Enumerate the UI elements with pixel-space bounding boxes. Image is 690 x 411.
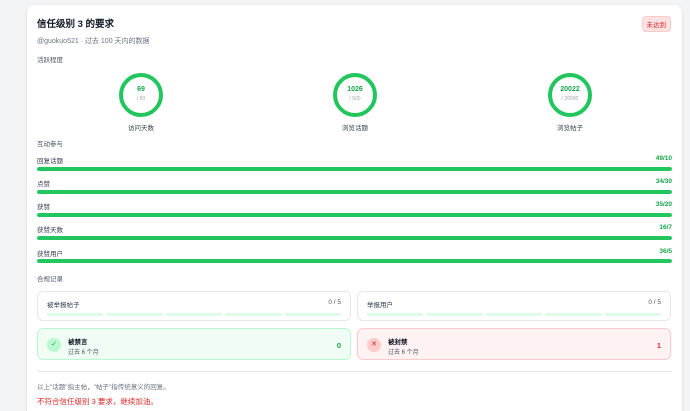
- status-count: 1: [656, 341, 661, 350]
- ring-progress-circle: [333, 73, 377, 117]
- silenced-box: ✓ 被禁言 过去 6 个月 0: [37, 328, 351, 360]
- ring-value: 1026: [347, 86, 363, 93]
- box-count: 0 / 5: [328, 299, 341, 306]
- result-message: 不符合信任级别 3 要求，继续加油。: [37, 397, 158, 406]
- ring-label: 浏览话题: [342, 125, 368, 132]
- page-title: 信任级别 3 的要求: [37, 19, 115, 30]
- divider: [37, 371, 672, 372]
- segment: [165, 313, 223, 316]
- box-label: 被举报帖子: [47, 302, 80, 309]
- segment-bar: [367, 313, 662, 316]
- progress-bar: [37, 259, 672, 263]
- segment: [604, 313, 662, 316]
- ring-value: 69: [137, 86, 145, 93]
- footnote: 以上"话题"指主帖，"帖子"指传统意义的回复。: [37, 384, 170, 391]
- progress-label: 回复话题: [37, 158, 63, 165]
- ring-label: 浏览帖子: [557, 125, 583, 132]
- status-count: 0: [336, 341, 341, 350]
- ring-progress-circle: [119, 73, 163, 117]
- ring-required: / 20000: [561, 96, 579, 102]
- progress-value: 36/5: [659, 248, 672, 255]
- progress-label: 获赞天数: [37, 227, 63, 234]
- progress-value: 34/30: [655, 178, 672, 185]
- progress-bar: [37, 213, 672, 217]
- progress-label: 点赞: [37, 181, 50, 188]
- progress-fill: [37, 190, 672, 194]
- progress-label: 获赞: [37, 204, 50, 211]
- ring-topics-viewed: 1026 / 500: [332, 72, 378, 118]
- segment: [426, 313, 483, 316]
- ring-label: 访问天数: [128, 125, 154, 132]
- activity-section-label: 活跃程度: [37, 57, 63, 64]
- segment: [367, 313, 424, 316]
- segment: [485, 313, 543, 316]
- progress-fill: [37, 236, 672, 240]
- compliance-section-label: 合规记录: [37, 276, 63, 283]
- progress-fill: [37, 213, 672, 217]
- engagement-section-label: 互动参与: [37, 141, 63, 148]
- ring-required: / 50: [136, 96, 146, 102]
- status-badge: 未达到: [641, 16, 671, 32]
- box-count: 0 / 5: [648, 299, 661, 306]
- ring-posts-viewed: 20022 / 20000: [547, 72, 593, 118]
- status-subtitle: 过去 6 个月: [68, 350, 99, 356]
- progress-value: 35/20: [655, 201, 672, 208]
- progress-bar: [37, 190, 672, 194]
- progress-bar: [37, 167, 672, 171]
- ring-visit-days: 69 / 50: [118, 72, 164, 118]
- segment: [225, 313, 282, 316]
- status-subtitle: 过去 6 个月: [388, 350, 419, 356]
- box-label: 举报用户: [367, 302, 393, 309]
- ring-value: 20022: [560, 86, 580, 93]
- trust-level-card: 信任级别 3 的要求 未达到 @guokuo521 · 过去 100 天内的数据…: [27, 5, 682, 411]
- segment: [545, 313, 602, 316]
- x-icon: ✕: [367, 338, 381, 352]
- segment: [106, 313, 163, 316]
- progress-fill: [37, 167, 672, 171]
- flagged-users-box: 举报用户 0 / 5: [357, 291, 671, 321]
- ring-required: / 500: [349, 96, 361, 102]
- segment-bar: [47, 313, 342, 316]
- status-title: 被禁言: [68, 339, 88, 346]
- segment: [284, 313, 342, 316]
- progress-bar: [37, 236, 672, 240]
- progress-value: 49/10: [655, 155, 672, 162]
- subtitle: @guokuo521 · 过去 100 天内的数据: [37, 38, 150, 45]
- ring-progress-circle: [548, 73, 592, 117]
- progress-label: 获赞用户: [37, 251, 63, 258]
- check-icon: ✓: [47, 338, 61, 352]
- segment: [47, 313, 104, 316]
- status-title: 被封禁: [388, 339, 408, 346]
- progress-value: 16/7: [659, 224, 672, 231]
- flagged-posts-box: 被举报帖子 0 / 5: [37, 291, 351, 321]
- progress-fill: [37, 259, 672, 263]
- suspended-box: ✕ 被封禁 过去 6 个月 1: [357, 328, 671, 360]
